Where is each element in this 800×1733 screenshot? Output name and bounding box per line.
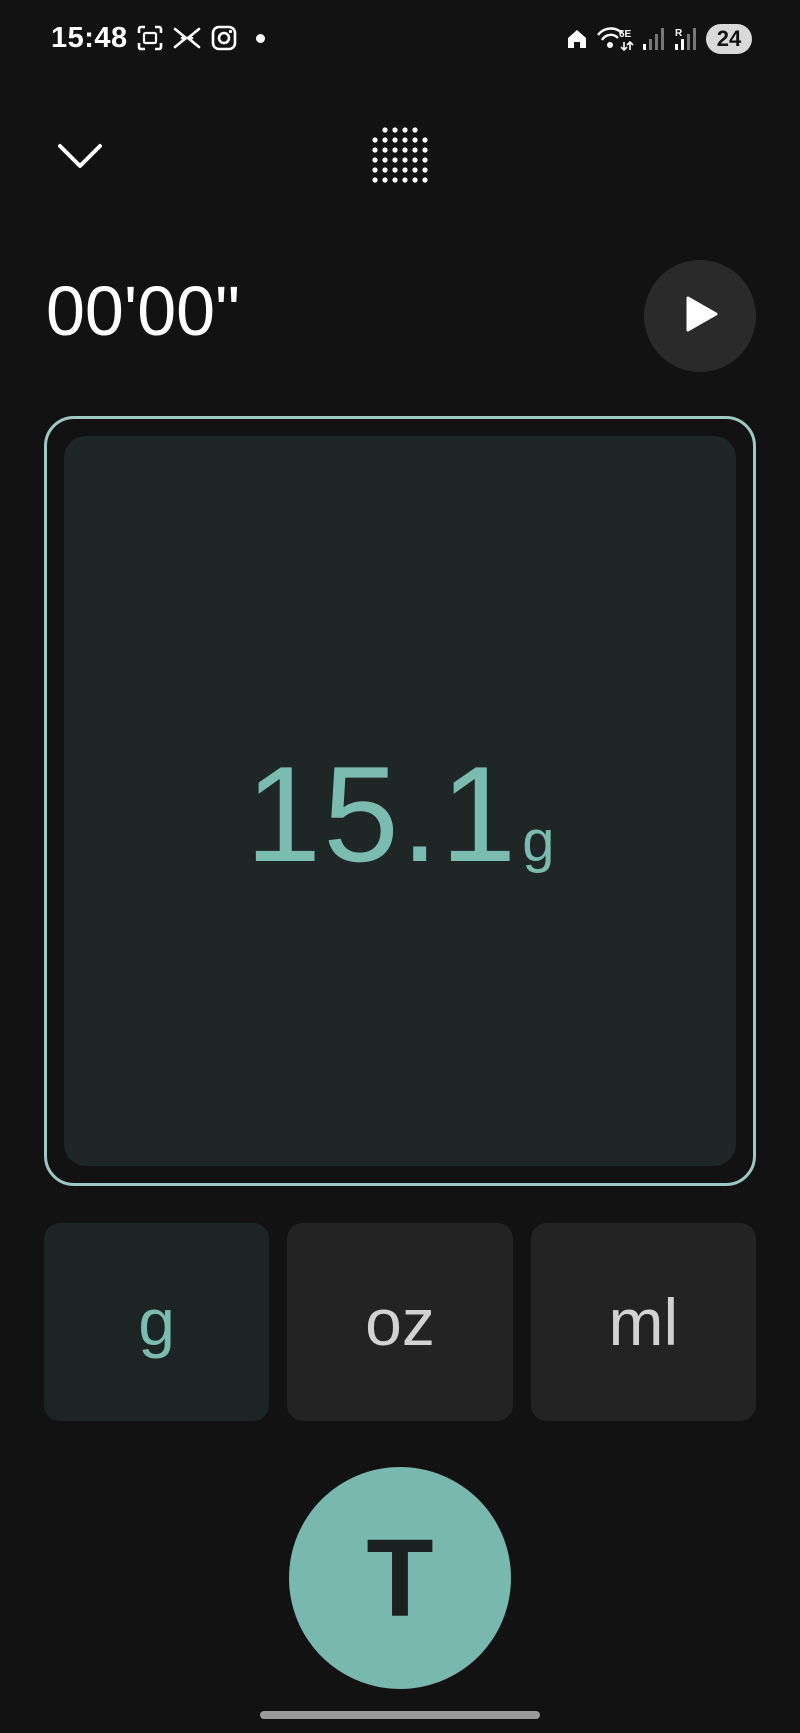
battery-indicator: 24 [706,24,752,54]
play-icon [680,294,720,339]
collapse-button[interactable] [52,130,108,186]
unit-button-ml[interactable]: ml [530,1223,756,1421]
chevron-down-icon [57,142,103,175]
wifi-6e-icon: 6E [596,25,634,53]
instagram-icon [210,24,238,52]
timer-display: 00'00" [46,272,240,350]
svg-text:R: R [675,28,683,39]
signal-roaming-icon: R [674,26,698,52]
status-time: 15:48 [51,22,128,54]
status-left-icons [136,24,265,52]
weight-readout: 15.1g [64,746,736,882]
unit-button-g[interactable]: g [44,1223,270,1421]
notification-dot-icon [256,33,265,43]
weight-value: 15.1 [245,738,519,890]
x-twitter-icon [172,24,202,52]
home-indicator[interactable] [260,1711,540,1719]
weight-display-panel: 15.1g [64,436,736,1166]
status-bar: 15:48 6E R 24 [0,0,800,84]
tare-button[interactable]: T [289,1467,511,1689]
svg-text:6E: 6E [619,29,632,40]
dot-grid-button[interactable] [367,124,433,190]
play-button[interactable] [644,260,756,372]
status-right-icons: 6E R 24 [566,24,752,54]
dot-grid-icon [370,125,430,190]
signal-icon [642,26,666,52]
weight-unit: g [522,809,555,874]
unit-button-oz[interactable]: oz [287,1223,513,1421]
weight-display-frame: 15.1g [44,416,756,1186]
home-icon [566,28,588,50]
screenshot-icon [136,24,164,52]
unit-selector: g oz ml [44,1223,756,1421]
